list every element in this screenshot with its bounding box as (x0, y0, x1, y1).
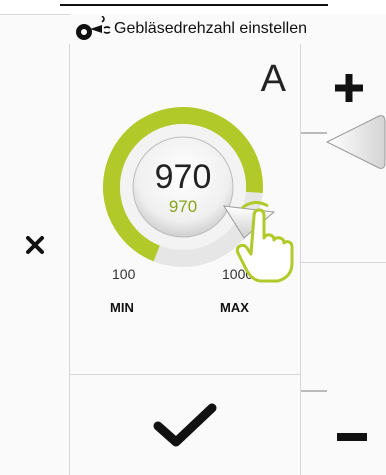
confirm-button[interactable] (70, 374, 300, 475)
mode-letter: A (260, 58, 286, 100)
right-divider (301, 262, 386, 263)
top-bar (0, 0, 386, 14)
fan-speed-icon (70, 14, 114, 44)
speed-gauge: 970 970 (102, 107, 263, 267)
value-pointer[interactable] (325, 112, 386, 172)
target-value: 970 (169, 197, 197, 216)
max-value: 1000 (222, 266, 254, 282)
checkmark-icon (153, 403, 217, 447)
increase-button[interactable] (335, 74, 363, 102)
scale-tick-bottom (301, 390, 327, 392)
range-row: 100 1000 MIN MAX (70, 266, 300, 315)
top-bar-rule (60, 4, 328, 6)
gauge-pointer-handle[interactable] (218, 200, 278, 240)
title-bar: Gebläsedrehzahl einstellen (70, 14, 386, 44)
min-value: 100 (112, 266, 136, 282)
left-column (0, 44, 70, 475)
right-column (300, 44, 386, 475)
decrease-button[interactable] (337, 432, 367, 442)
max-label: MAX (220, 300, 249, 315)
scale-tick-top (301, 132, 327, 134)
min-label: MIN (110, 300, 134, 315)
close-button[interactable] (22, 232, 48, 258)
current-value: 970 (155, 158, 212, 196)
close-icon (26, 236, 44, 254)
page-title: Gebläsedrehzahl einstellen (114, 20, 308, 37)
